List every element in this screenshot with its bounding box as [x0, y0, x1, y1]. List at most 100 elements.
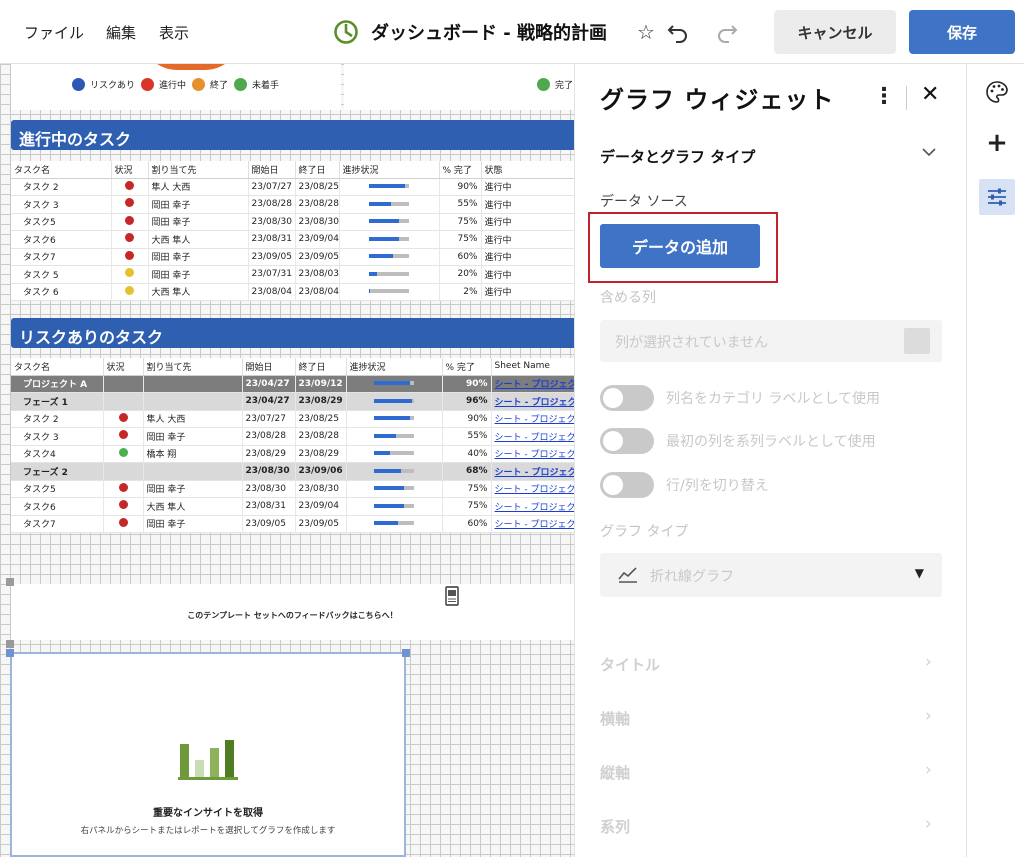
table-row[interactable]: タスク6 大西 隼人 23/08/31 23/09/04 75% 進行中: [11, 230, 574, 249]
assignee-cell[interactable]: [143, 462, 243, 481]
palette-icon[interactable]: [979, 74, 1015, 110]
percent-cell[interactable]: 75%: [439, 230, 482, 249]
state-cell[interactable]: 進行中: [481, 265, 574, 284]
chevron-right-icon[interactable]: ›: [925, 814, 932, 834]
menu-view[interactable]: 表示: [159, 22, 189, 43]
assignee-cell[interactable]: 岡田 幸子: [148, 265, 249, 284]
menu-edit[interactable]: 編集: [106, 22, 136, 43]
column-header[interactable]: タスク名: [11, 358, 104, 376]
chart-widget[interactable]: 重要なインサイトを取得 右パネルからシートまたはレポートを選択してグラフを作成し…: [10, 652, 406, 857]
column-header[interactable]: タスク名: [11, 161, 112, 179]
column-header[interactable]: 割り当て先: [143, 358, 243, 376]
resize-handle[interactable]: [6, 649, 14, 657]
assignee-cell[interactable]: [143, 375, 243, 393]
state-cell[interactable]: 進行中: [481, 248, 574, 266]
sheet-link-cell[interactable]: シート - プロジェク: [491, 480, 574, 498]
table-row[interactable]: タスク7 岡田 幸子 23/09/05 23/09/05 60% シート - プロジェク: [11, 515, 574, 533]
start-date-cell[interactable]: 23/08/04: [248, 283, 296, 301]
end-date-cell[interactable]: 23/09/05: [295, 248, 340, 266]
sheet-link[interactable]: シート - プロジェク: [495, 380, 574, 390]
task-name-cell[interactable]: タスク5: [11, 480, 104, 498]
task-name-cell[interactable]: タスク4: [11, 445, 104, 463]
column-header[interactable]: 終了日: [295, 358, 347, 376]
assignee-cell[interactable]: 岡田 幸子: [148, 213, 249, 231]
task-name-cell[interactable]: タスク 2: [11, 410, 104, 428]
table-row[interactable]: タスク 6 大西 隼人 23/08/04 23/08/04 2% 進行中: [11, 283, 574, 301]
task-name-cell[interactable]: フェーズ 2: [11, 462, 104, 481]
start-date-cell[interactable]: 23/07/27: [248, 178, 296, 196]
chevron-right-icon[interactable]: ›: [925, 706, 932, 726]
menu-file[interactable]: ファイル: [24, 22, 84, 43]
assignee-cell[interactable]: 岡田 幸子: [143, 427, 243, 446]
end-date-cell[interactable]: 23/08/28: [295, 195, 340, 214]
graph-type-select[interactable]: 折れ線グラフ ▼: [600, 553, 942, 597]
percent-cell[interactable]: 75%: [439, 213, 482, 231]
end-date-cell[interactable]: 23/08/30: [295, 480, 347, 498]
table-row[interactable]: タスク 2 隼人 大西 23/07/27 23/08/25 90% 進行中: [11, 178, 574, 196]
column-header[interactable]: % 完了: [442, 358, 492, 376]
task-name-cell[interactable]: タスク 3: [11, 427, 104, 446]
column-picker-button[interactable]: [904, 328, 930, 354]
start-date-cell[interactable]: 23/08/31: [248, 230, 296, 249]
percent-cell[interactable]: 55%: [442, 427, 492, 446]
end-date-cell[interactable]: 23/08/25: [295, 178, 340, 196]
undo-icon[interactable]: [665, 19, 691, 45]
table-row[interactable]: フェーズ 2 23/08/30 23/09/06 68% シート - プロジェク: [11, 462, 574, 481]
column-header[interactable]: 開始日: [242, 358, 296, 376]
column-header[interactable]: 進捗状況: [346, 358, 443, 376]
table-row[interactable]: タスク 3 岡田 幸子 23/08/28 23/08/28 55% シート - プロジェク: [11, 427, 574, 446]
table-row[interactable]: タスク 3 岡田 幸子 23/08/28 23/08/28 55% 進行中: [11, 195, 574, 214]
assignee-cell[interactable]: 橋本 翔: [143, 445, 243, 463]
start-date-cell[interactable]: 23/08/29: [242, 445, 296, 463]
sheet-link[interactable]: シート - プロジェク: [495, 468, 574, 478]
table-row[interactable]: タスク7 岡田 幸子 23/09/05 23/09/05 60% 進行中: [11, 248, 574, 266]
toggle-category-labels[interactable]: 列名をカテゴリ ラベルとして使用: [600, 384, 880, 412]
percent-cell[interactable]: 40%: [442, 445, 492, 463]
more-icon[interactable]: ⋮: [873, 84, 895, 109]
assignee-cell[interactable]: 岡田 幸子: [148, 195, 249, 214]
save-button[interactable]: 保存: [909, 10, 1015, 54]
task-name-cell[interactable]: タスク5: [11, 213, 112, 231]
section-series[interactable]: 系列: [600, 816, 630, 837]
assignee-cell[interactable]: 岡田 幸子: [143, 515, 243, 533]
sheet-link[interactable]: シート - プロジェク: [495, 398, 574, 408]
assignee-cell[interactable]: 岡田 幸子: [148, 248, 249, 266]
sheet-link-cell[interactable]: シート - プロジェク: [491, 427, 574, 446]
add-icon[interactable]: +: [979, 125, 1015, 161]
assignee-cell[interactable]: 大西 隼人: [148, 230, 249, 249]
end-date-cell[interactable]: 23/09/04: [295, 230, 340, 249]
task-name-cell[interactable]: タスク 2: [11, 178, 112, 196]
percent-cell[interactable]: 55%: [439, 195, 482, 214]
section-y-axis[interactable]: 縦軸: [600, 762, 630, 783]
star-icon[interactable]: ☆: [633, 19, 659, 45]
end-date-cell[interactable]: 23/08/03: [295, 265, 340, 284]
table-row[interactable]: タスク 2 隼人 大西 23/07/27 23/08/25 90% シート - プロジェク: [11, 410, 574, 428]
percent-cell[interactable]: 2%: [439, 283, 482, 301]
end-date-cell[interactable]: 23/09/05: [295, 515, 347, 533]
redo-icon[interactable]: [714, 19, 740, 45]
column-header[interactable]: 割り当て先: [148, 161, 249, 179]
sheet-link[interactable]: シート - プロジェク: [495, 415, 574, 425]
cancel-button[interactable]: キャンセル: [774, 10, 896, 54]
toggle-switch[interactable]: [600, 472, 654, 498]
column-header[interactable]: 状況: [111, 161, 149, 179]
percent-cell[interactable]: 90%: [442, 375, 492, 393]
assignee-cell[interactable]: [143, 392, 243, 411]
column-header[interactable]: 進捗状況: [339, 161, 440, 179]
end-date-cell[interactable]: 23/09/06: [295, 462, 347, 481]
close-icon[interactable]: ✕: [921, 82, 939, 107]
state-cell[interactable]: 進行中: [481, 195, 574, 214]
percent-cell[interactable]: 20%: [439, 265, 482, 284]
percent-cell[interactable]: 60%: [439, 248, 482, 266]
state-cell[interactable]: 進行中: [481, 283, 574, 301]
start-date-cell[interactable]: 23/09/05: [242, 515, 296, 533]
start-date-cell[interactable]: 23/07/31: [248, 265, 296, 284]
resize-handle[interactable]: [6, 640, 14, 648]
percent-cell[interactable]: 60%: [442, 515, 492, 533]
start-date-cell[interactable]: 23/04/27: [242, 392, 296, 411]
end-date-cell[interactable]: 23/08/28: [295, 427, 347, 446]
percent-cell[interactable]: 90%: [439, 178, 482, 196]
toggle-series-labels[interactable]: 最初の列を系列ラベルとして使用: [600, 427, 876, 455]
task-name-cell[interactable]: タスク7: [11, 515, 104, 533]
toggle-switch[interactable]: [600, 385, 654, 411]
